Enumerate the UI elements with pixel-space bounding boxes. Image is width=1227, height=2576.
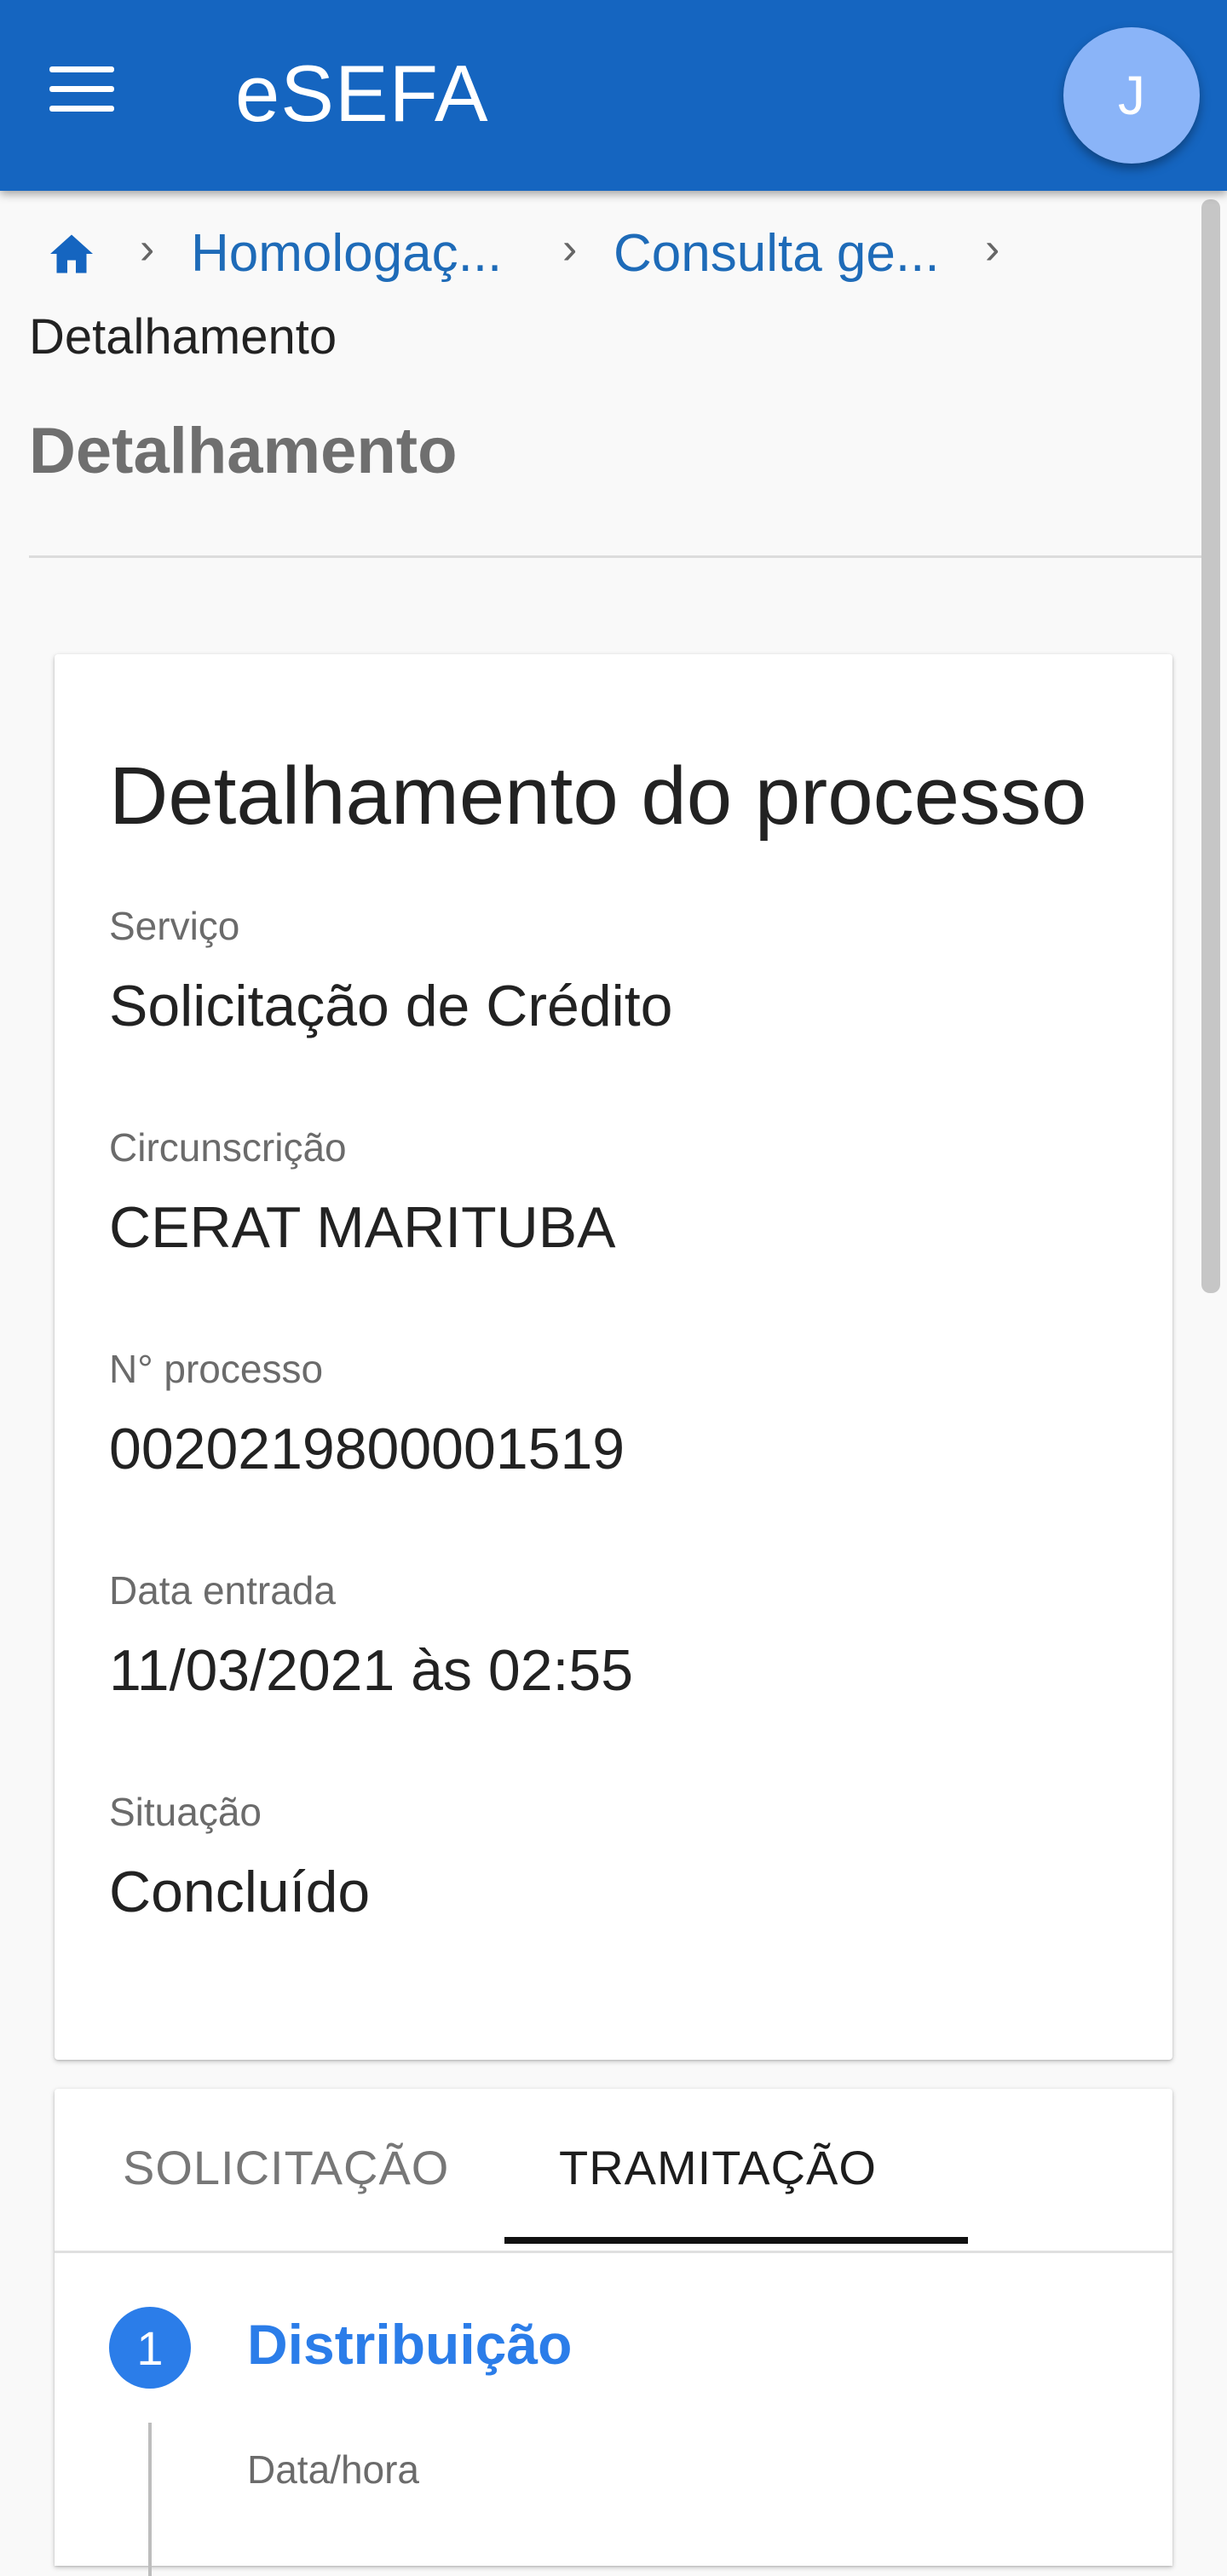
entry-date-value: 11/03/2021 às 02:55 (109, 1638, 634, 1703)
entry-date-label: Data entrada (109, 1568, 336, 1613)
process-details-card: Detalhamento do processo Serviço Solicit… (55, 654, 1172, 2060)
home-icon[interactable] (46, 230, 101, 281)
card-title: Detalhamento do processo (109, 750, 1087, 842)
menu-icon-bar (49, 66, 114, 72)
step-title[interactable]: Distribuição (247, 2312, 572, 2377)
status-value: Concluído (109, 1860, 371, 1924)
circumscription-value: CERAT MARITUBA (109, 1195, 616, 1260)
process-number-value: 0020219800001519 (109, 1417, 625, 1481)
breadcrumb: › Homologaç... › Consulta ge... › Detalh… (29, 223, 1188, 377)
user-avatar[interactable]: J (1063, 27, 1200, 164)
breadcrumb-link-consulta[interactable]: Consulta ge... (614, 223, 940, 284)
circumscription-label: Circunscrição (109, 1125, 347, 1170)
app-title: eSEFA (235, 49, 489, 138)
process-number-label: N° processo (109, 1347, 324, 1391)
page-title: Detalhamento (29, 415, 458, 487)
active-tab-indicator (504, 2237, 968, 2244)
service-value: Solicitação de Crédito (109, 974, 673, 1038)
service-label: Serviço (109, 904, 240, 948)
tabs-card: SOLICITAÇÃO TRAMITAÇÃO 1 Distribuição Da… (55, 2089, 1172, 2576)
chevron-right-icon: › (562, 224, 578, 273)
app-bar: eSEFA J (0, 0, 1227, 191)
breadcrumb-current: Detalhamento (29, 309, 337, 365)
tab-tramitacao[interactable]: TRAMITAÇÃO (559, 2140, 877, 2195)
menu-icon-bar (49, 86, 114, 92)
chevron-right-icon: › (140, 224, 155, 273)
tab-solicitacao[interactable]: SOLICITAÇÃO (123, 2140, 449, 2195)
step-connector-line (148, 2423, 152, 2576)
chevron-right-icon: › (985, 224, 1000, 273)
tabs-divider (55, 2251, 1172, 2253)
status-label: Situação (109, 1790, 262, 1834)
step-datetime-label: Data/hora (247, 2447, 420, 2492)
menu-icon-bar (49, 106, 114, 112)
scrollbar-thumb[interactable] (1201, 199, 1220, 1293)
divider (29, 555, 1201, 558)
menu-button[interactable] (49, 66, 143, 126)
step-number-badge: 1 (109, 2307, 191, 2389)
breadcrumb-link-homologacao[interactable]: Homologaç... (191, 223, 502, 284)
